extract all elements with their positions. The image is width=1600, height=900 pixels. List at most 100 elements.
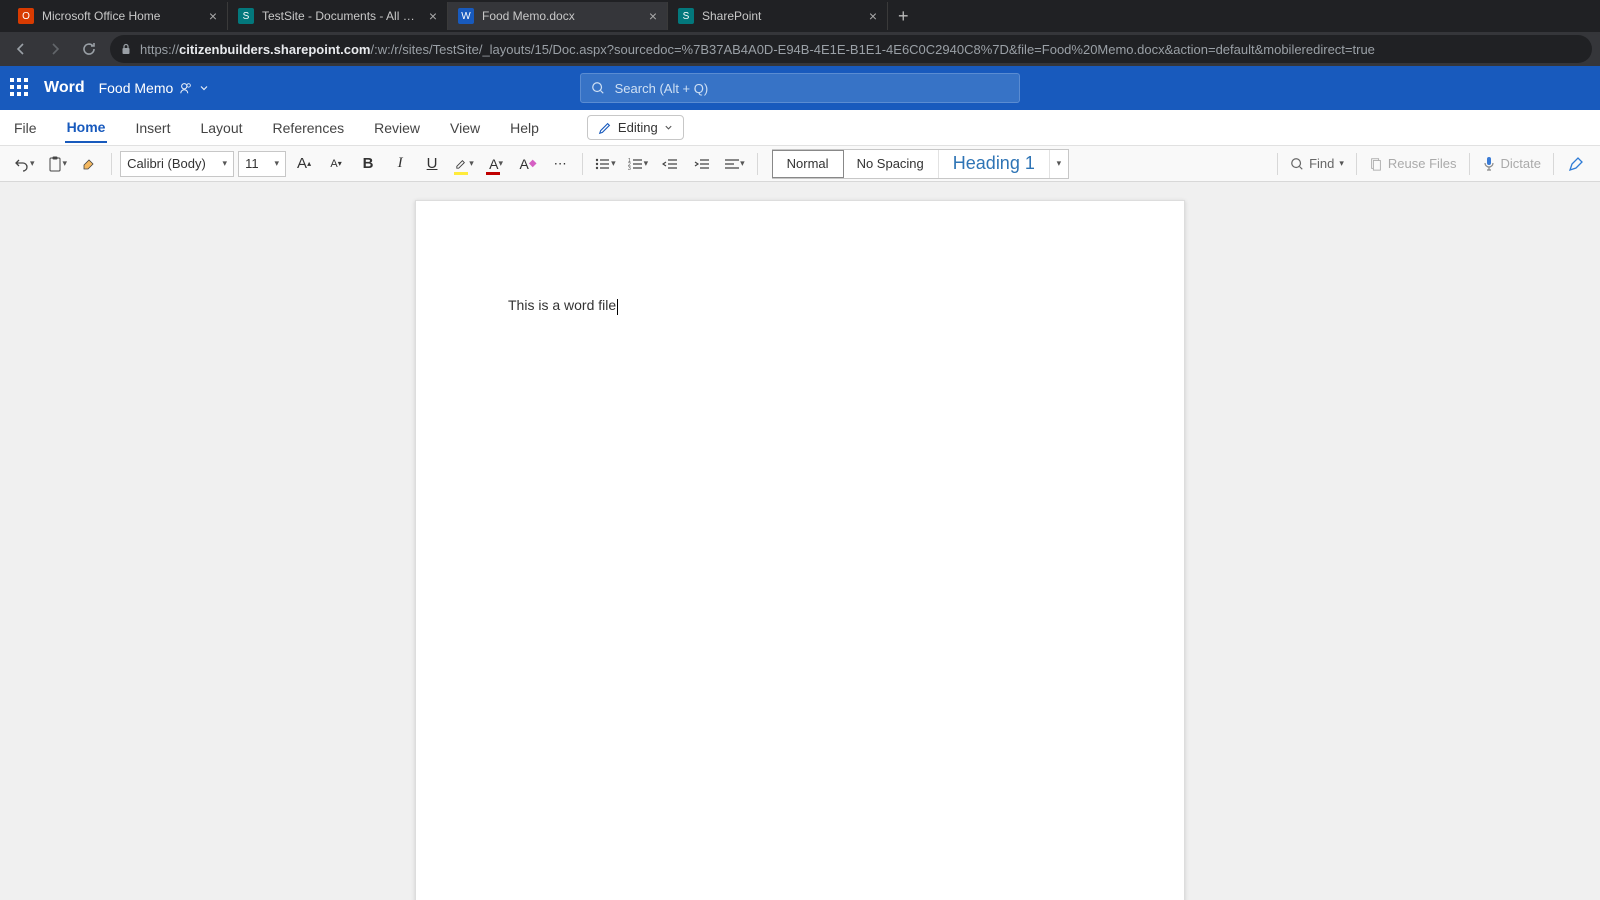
- close-icon[interactable]: ×: [209, 8, 217, 24]
- new-tab-button[interactable]: +: [888, 6, 919, 27]
- ribbon-tabs: File Home Insert Layout References Revie…: [0, 110, 1600, 146]
- find-label: Find: [1309, 156, 1334, 171]
- outdent-icon: [662, 157, 678, 171]
- back-button[interactable]: [8, 36, 34, 62]
- editing-mode-button[interactable]: Editing: [587, 115, 684, 140]
- chevron-down-icon: ▾: [469, 158, 474, 169]
- indent-icon: [694, 157, 710, 171]
- numbered-list-icon: 123: [628, 157, 644, 171]
- app-launcher-button[interactable]: [10, 78, 30, 98]
- font-family-select[interactable]: Calibri (Body) ▾: [120, 151, 234, 177]
- tab-help[interactable]: Help: [508, 114, 541, 142]
- browser-tab[interactable]: S SharePoint ×: [668, 2, 888, 30]
- editor-pane-button[interactable]: [1562, 150, 1590, 178]
- share-status-icon: [179, 81, 193, 95]
- grow-font-button[interactable]: A▴: [290, 150, 318, 178]
- chevron-down-icon: ▾: [30, 158, 35, 169]
- bold-button[interactable]: B: [354, 150, 382, 178]
- reload-button[interactable]: [76, 36, 102, 62]
- underline-button[interactable]: U: [418, 150, 446, 178]
- chevron-down-icon: [664, 123, 673, 132]
- browser-tab-strip: O Microsoft Office Home × S TestSite - D…: [0, 0, 1600, 32]
- close-icon[interactable]: ×: [649, 8, 657, 24]
- numbered-list-button[interactable]: 123 ▾: [624, 150, 653, 178]
- browser-address-bar: https://citizenbuilders.sharepoint.com/:…: [0, 32, 1600, 66]
- url-input[interactable]: https://citizenbuilders.sharepoint.com/:…: [110, 35, 1592, 63]
- highlight-button[interactable]: ▾: [450, 150, 478, 178]
- document-page[interactable]: This is a word file: [415, 200, 1185, 900]
- search-input[interactable]: Search (Alt + Q): [580, 73, 1020, 103]
- style-normal[interactable]: Normal: [772, 150, 844, 178]
- office-favicon-icon: O: [18, 8, 34, 24]
- text-cursor: [617, 299, 618, 315]
- chevron-down-icon: ▾: [275, 158, 280, 169]
- align-button[interactable]: ▾: [720, 150, 749, 178]
- tab-review[interactable]: Review: [372, 114, 422, 142]
- tab-home[interactable]: Home: [65, 113, 108, 143]
- app-name: Word: [44, 79, 85, 97]
- dictate-button[interactable]: Dictate: [1478, 150, 1545, 178]
- clipboard-icon: [47, 155, 63, 173]
- url-text: https://citizenbuilders.sharepoint.com/:…: [140, 42, 1375, 57]
- style-heading1[interactable]: Heading 1: [939, 150, 1050, 178]
- tab-insert[interactable]: Insert: [133, 114, 172, 142]
- paintbrush-icon: [81, 156, 97, 172]
- separator: [1553, 153, 1554, 175]
- file-icon: [1369, 157, 1383, 171]
- tab-references[interactable]: References: [271, 114, 347, 142]
- clear-formatting-button[interactable]: A◆: [514, 150, 542, 178]
- more-font-options-button[interactable]: ⋯: [546, 150, 574, 178]
- chevron-down-icon: ▾: [223, 158, 228, 169]
- font-size-select[interactable]: 11 ▾: [238, 151, 286, 177]
- reuse-files-button[interactable]: Reuse Files: [1365, 150, 1461, 178]
- document-title[interactable]: Food Memo: [99, 80, 210, 96]
- svg-text:3: 3: [628, 166, 631, 171]
- chevron-down-icon: ▾: [498, 158, 503, 169]
- chevron-down-icon: ▾: [644, 158, 649, 169]
- style-no-spacing[interactable]: No Spacing: [843, 150, 939, 178]
- browser-tab-active[interactable]: W Food Memo.docx ×: [448, 2, 668, 30]
- document-body-text[interactable]: This is a word file: [508, 297, 616, 313]
- font-color-button[interactable]: A ▾: [482, 150, 510, 178]
- eraser-icon: ◆: [529, 158, 537, 169]
- browser-tab[interactable]: O Microsoft Office Home ×: [8, 2, 228, 30]
- shrink-font-button[interactable]: A▾: [322, 150, 350, 178]
- close-icon[interactable]: ×: [429, 8, 437, 24]
- tab-title: Microsoft Office Home: [42, 9, 203, 23]
- chevron-down-icon: ▾: [1057, 158, 1062, 169]
- tab-layout[interactable]: Layout: [198, 114, 244, 142]
- word-favicon-icon: W: [458, 8, 474, 24]
- search-icon: [591, 81, 605, 95]
- paste-button[interactable]: ▾: [43, 150, 72, 178]
- tab-file[interactable]: File: [12, 114, 39, 142]
- dictate-label: Dictate: [1501, 156, 1541, 171]
- bullet-list-button[interactable]: ▾: [591, 150, 620, 178]
- increase-indent-button[interactable]: [688, 150, 716, 178]
- styles-expand-button[interactable]: ▾: [1050, 158, 1068, 169]
- decrease-indent-button[interactable]: [656, 150, 684, 178]
- font-size-value: 11: [245, 156, 259, 171]
- browser-tab[interactable]: S TestSite - Documents - All Docu… ×: [228, 2, 448, 30]
- reload-icon: [81, 41, 97, 57]
- editing-mode-label: Editing: [618, 120, 658, 135]
- forward-button[interactable]: [42, 36, 68, 62]
- reuse-files-label: Reuse Files: [1388, 156, 1457, 171]
- separator: [111, 153, 112, 175]
- align-left-icon: [724, 157, 740, 171]
- close-icon[interactable]: ×: [869, 8, 877, 24]
- undo-button[interactable]: ▾: [10, 150, 39, 178]
- pen-icon: [1568, 156, 1584, 172]
- separator: [1277, 153, 1278, 175]
- tab-view[interactable]: View: [448, 114, 482, 142]
- format-painter-button[interactable]: [75, 150, 103, 178]
- home-toolbar: ▾ ▾ Calibri (Body) ▾ 11 ▾ A▴ A▾ B I U ▾ …: [0, 146, 1600, 182]
- styles-gallery: Normal No Spacing Heading 1 ▾: [772, 149, 1069, 179]
- document-canvas[interactable]: This is a word file: [0, 182, 1600, 900]
- italic-button[interactable]: I: [386, 150, 414, 178]
- chevron-down-icon: ▾: [611, 158, 616, 169]
- find-button[interactable]: Find ▾: [1286, 150, 1348, 178]
- chevron-down-icon: ▾: [63, 158, 68, 169]
- search-placeholder: Search (Alt + Q): [615, 81, 709, 96]
- sharepoint-favicon-icon: S: [238, 8, 254, 24]
- undo-icon: [14, 156, 30, 172]
